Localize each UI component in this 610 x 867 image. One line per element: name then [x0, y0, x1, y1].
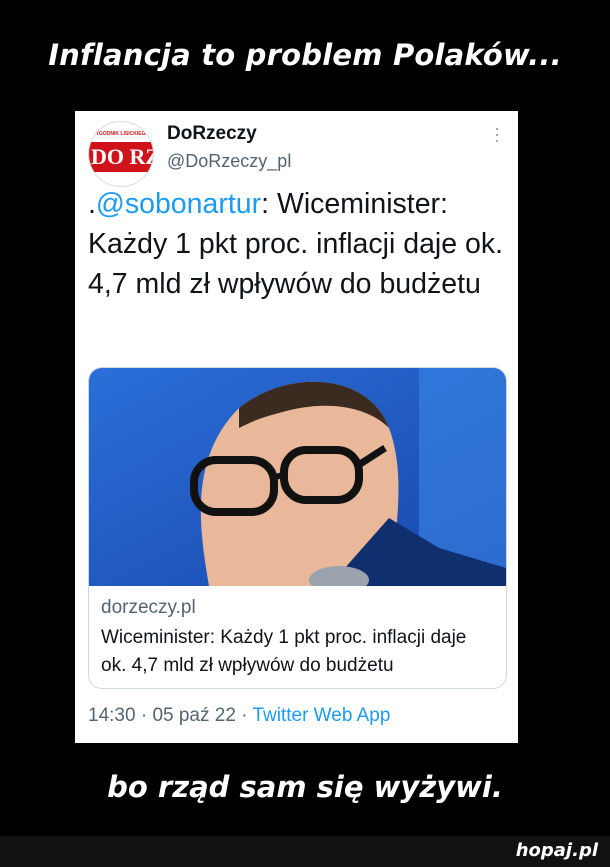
more-options-icon[interactable]: · · ·	[494, 119, 500, 149]
meta-separator: ·	[140, 705, 148, 726]
display-name[interactable]: DoRzeczy	[167, 123, 257, 145]
top-caption: Inflancja to problem Polaków...	[48, 38, 562, 72]
tweet-meta: 14:30 · 05 paź 22 · Twitter Web App	[88, 705, 390, 727]
tweet-card[interactable]: TYGODNIK LISICKIEGO DO RZECZY DoRzeczy @…	[75, 111, 518, 743]
link-domain: dorzeczy.pl	[101, 597, 196, 618]
mention-link[interactable]: @sobonartur	[96, 188, 261, 220]
text-prefix: .	[88, 188, 96, 220]
bottom-caption: bo rząd sam się wyżywi.	[107, 770, 503, 804]
meta-separator-2: ·	[241, 705, 248, 726]
avatar[interactable]: TYGODNIK LISICKIEGO DO RZECZY	[88, 121, 154, 187]
avatar-logo: DO RZECZY	[89, 142, 153, 172]
article-photo	[89, 368, 506, 586]
link-preview-card[interactable]: dorzeczy.pl Wiceminister: Każdy 1 pkt pr…	[88, 367, 507, 689]
tweet-date[interactable]: 05 paź 22	[152, 705, 235, 726]
link-title: Wiceminister: Każdy 1 pkt proc. inflacji…	[101, 627, 467, 676]
user-handle[interactable]: @DoRzeczy_pl	[167, 151, 291, 172]
source-app-link[interactable]: Twitter Web App	[252, 705, 390, 726]
tweet-time[interactable]: 14:30	[88, 705, 136, 726]
tweet-text: .@sobonartur: Wiceminister: Każdy 1 pkt …	[88, 184, 513, 304]
site-watermark[interactable]: hopaj.pl	[516, 840, 598, 861]
